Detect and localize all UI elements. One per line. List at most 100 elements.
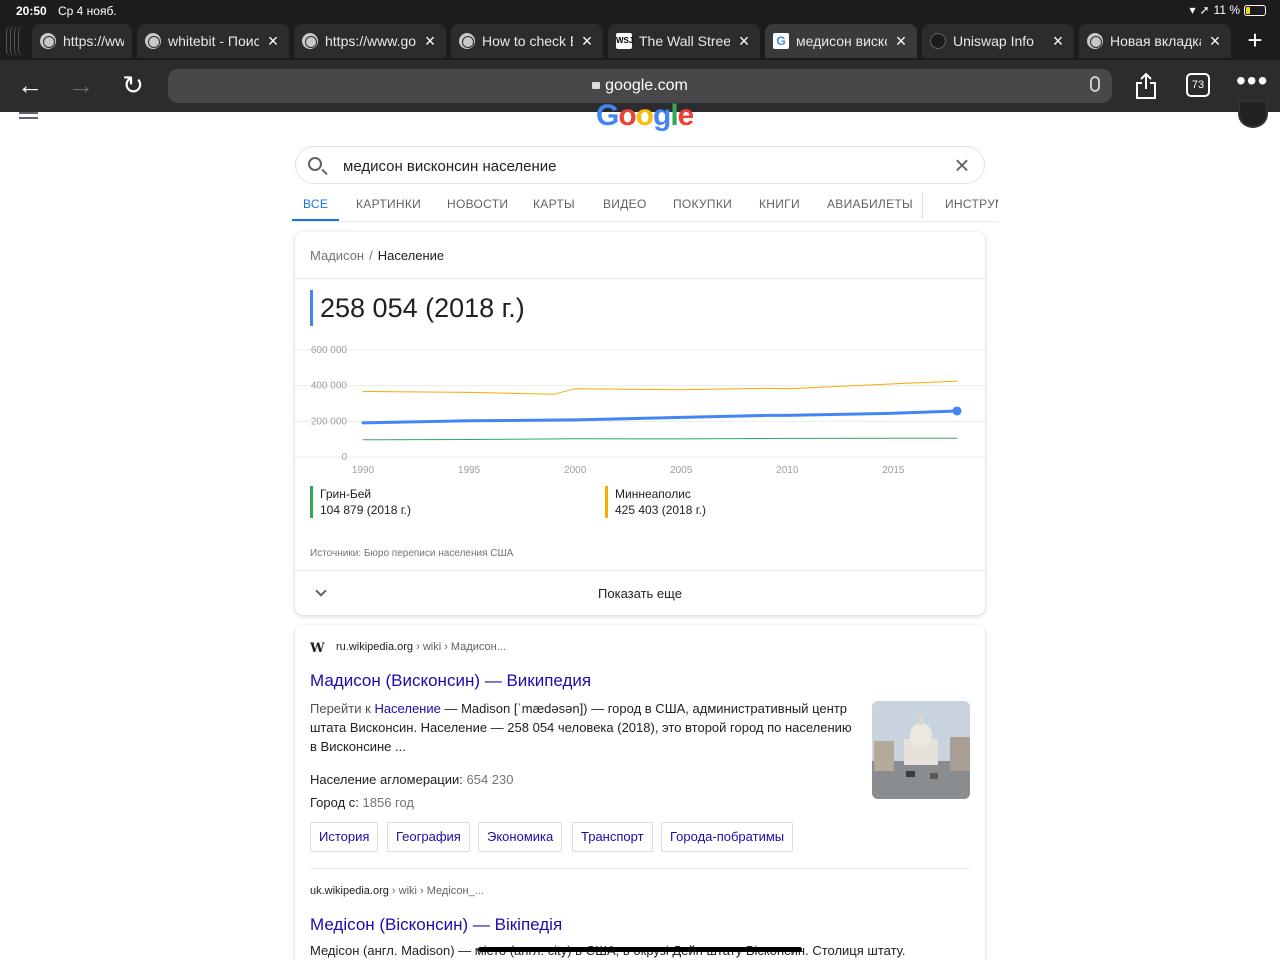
close-icon[interactable]: × [579,31,595,52]
series-line [362,437,958,441]
legend-name: Грин-Бей [320,487,372,501]
tab-title: https://www. [63,33,124,49]
search-input[interactable]: медисон висконсин население [343,158,557,175]
breadcrumb-current: Население [377,248,445,263]
legend-name: Миннеаполис [615,487,691,501]
y-tick-label: 400 000 [311,381,348,392]
avatar[interactable] [1238,100,1268,128]
snippet-prefix: Перейти к [310,701,375,716]
status-bar: 20:50 Ср 4 нояб. ▾ ➚ 11 % [0,0,1280,22]
result-url[interactable]: ru.wikipedia.org › wiki › Мадисон... [336,641,506,653]
legend-green-bay[interactable]: Грин-Бей 104 879 (2018 г.) [310,486,411,518]
tab-flights[interactable]: АВИАБИЛЕТЫ [827,186,913,222]
tab-maps[interactable]: КАРТЫ [533,186,575,222]
legend-minneapolis[interactable]: Миннеаполис 425 403 (2018 г.) [605,486,706,518]
tab-stack-icon[interactable] [6,24,32,58]
result-url[interactable]: uk.wikipedia.org › wiki › Медісон_... [310,885,484,897]
wsj-icon: WSJ [616,33,633,49]
population-value: 258 054 (2018 г.) [310,290,525,326]
reload-icon[interactable]: ↻ [118,72,148,100]
breadcrumb-parent[interactable]: Мадисон [310,248,364,263]
close-icon[interactable]: × [1207,31,1223,52]
close-icon[interactable]: × [736,31,752,52]
clear-icon[interactable]: × [950,152,974,178]
close-icon[interactable]: × [893,31,909,52]
chip-transport[interactable]: Транспорт [572,822,653,852]
forward-arrow-icon[interactable]: → [66,72,96,100]
tab-title: The Wall Street [639,33,730,49]
tab-item-7[interactable]: Uniswap Info × [922,24,1074,58]
tab-title: Uniswap Info [953,33,1034,49]
status-indicators: ▾ ➚ 11 % [1189,3,1266,17]
wifi-icon: ▾ [1189,3,1196,17]
close-icon[interactable]: × [265,31,281,52]
tab-all[interactable]: ВСЕ [292,186,340,222]
globe-icon [40,33,56,49]
tab-item-1[interactable]: https://www. [32,24,132,58]
snippet-link[interactable]: Население [374,701,440,716]
address-bar[interactable]: google.com [168,69,1112,103]
tab-item-6-active[interactable]: G медисон виско × [765,24,917,58]
chip-geography[interactable]: География [387,822,470,852]
series-line [362,380,958,395]
result-title[interactable]: Мадисон (Висконсин) — Википедия [310,671,591,691]
close-icon[interactable]: × [1050,31,1066,52]
x-tick-label: 2015 [882,465,905,474]
tab-tools[interactable]: ИНСТРУМ [945,186,998,222]
tab-item-5[interactable]: WSJ The Wall Street × [608,24,760,58]
show-more-label: Показать еще [598,586,682,601]
google-icon: G [773,33,789,49]
show-more-button[interactable]: Показать еще [295,570,985,615]
breadcrumb-separator: / [369,248,373,263]
result-path: › wiki › Мадисон... [413,641,506,653]
google-logo[interactable]: Google [596,100,693,132]
result-divider [310,868,970,869]
legend-value: 425 403 (2018 г.) [615,503,706,517]
results-card: W ru.wikipedia.org › wiki › Мадисон... М… [295,625,985,960]
globe-icon [459,33,475,49]
tab-item-8[interactable]: Новая вкладка × [1079,24,1231,58]
tab-shopping[interactable]: ПОКУПКИ [673,186,732,222]
globe-icon [1087,33,1103,49]
result-title[interactable]: Медісон (Вісконсин) — Вікіпедія [310,915,562,935]
tab-news[interactable]: НОВОСТИ [447,186,508,222]
tab-item-4[interactable]: How to check E × [451,24,603,58]
capitol-thumbnail[interactable] [872,701,970,799]
tab-count-badge[interactable]: 73 [1186,73,1210,97]
tab-images[interactable]: КАРТИНКИ [356,186,421,222]
series-endpoint-marker [952,406,962,416]
microphone-icon[interactable] [1090,76,1100,92]
fact-label: Город с: [310,795,363,810]
tab-item-3[interactable]: https://www.goo × [294,24,446,58]
search-icon [308,157,322,171]
y-tick-label: 200 000 [311,416,348,427]
globe-icon [302,33,318,49]
chip-sister-cities[interactable]: Города-побратимы [661,822,794,852]
back-arrow-icon[interactable]: ← [15,72,45,100]
globe-icon [145,33,161,49]
menu-icon[interactable] [19,112,38,122]
result-path: › wiki › Медісон_... [388,885,484,897]
battery-icon [1244,4,1266,16]
new-tab-plus-icon[interactable]: + [1242,27,1268,54]
tab-books[interactable]: КНИГИ [759,186,800,222]
result-site: uk.wikipedia.org [310,885,389,897]
wikipedia-icon: W [310,641,325,656]
address-text-wrap: google.com [168,77,1112,95]
search-box[interactable]: медисон висконсин население × [295,146,985,184]
lock-icon [592,82,601,89]
tab-item-2[interactable]: whitebit - Поиск × [137,24,289,58]
share-icon[interactable] [1134,72,1158,100]
population-chart[interactable]: 0 200 000 400 000 600 000 1990 1995 2000 2005 20… [295,342,985,474]
more-dots-icon[interactable]: ••• [1236,67,1267,95]
chip-history[interactable]: История [310,822,379,852]
result-site: ru.wikipedia.org [336,641,414,653]
tab-videos[interactable]: ВИДЕО [603,186,647,222]
breadcrumb: Мадисон / Население [310,248,444,263]
x-tick-label: 2010 [776,465,799,474]
population-card: Мадисон / Население 258 054 (2018 г.) 0 200… [295,232,985,615]
close-icon[interactable]: × [422,31,438,52]
y-tick-label: 600 000 [311,345,348,356]
chip-economy[interactable]: Экономика [478,822,563,852]
y-tick-label: 0 [341,452,347,463]
